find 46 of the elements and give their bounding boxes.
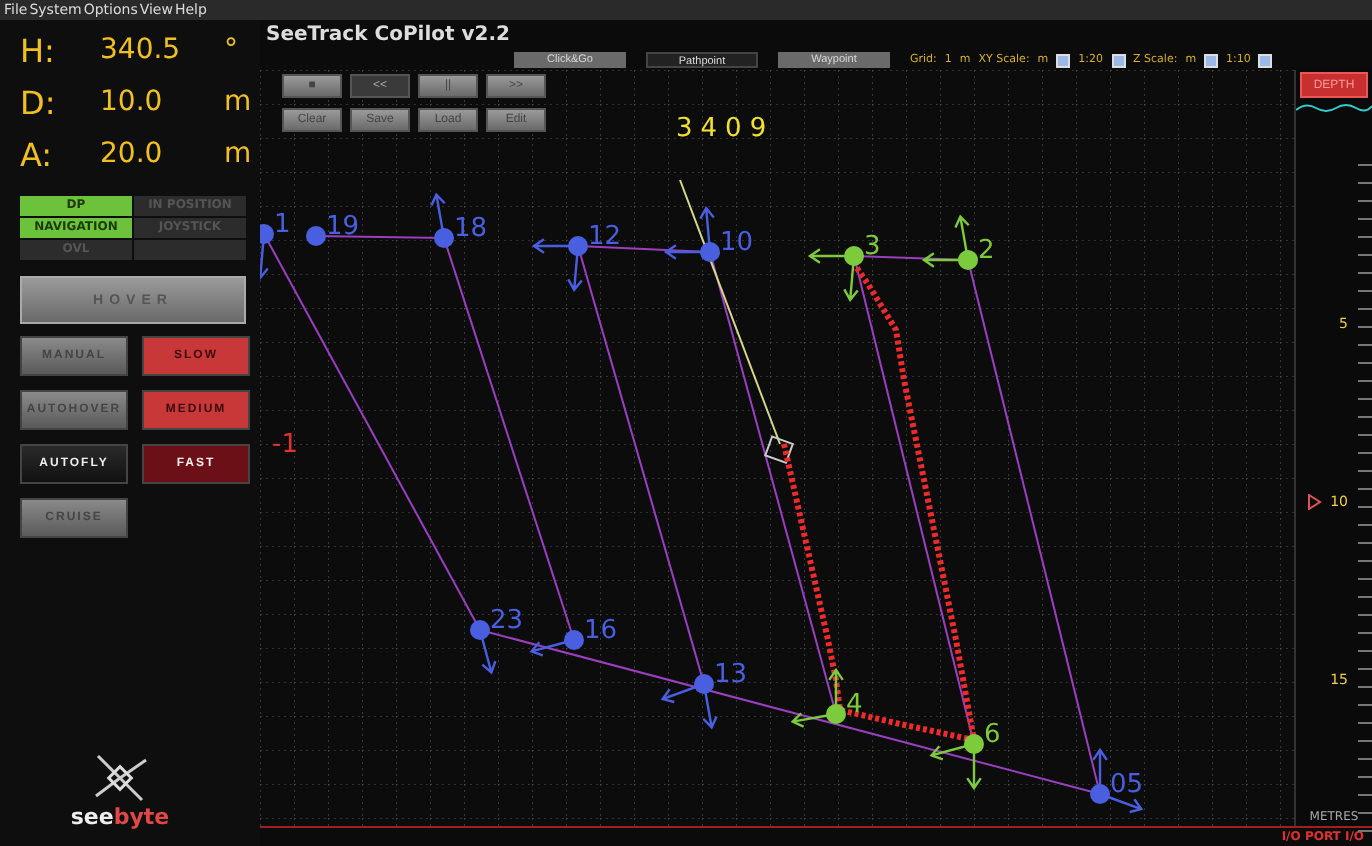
app-title: SeeTrack CoPilot v2.2 (264, 22, 512, 50)
waypoint-marker[interactable] (807, 246, 864, 302)
counter-readout: 3409 (676, 114, 775, 144)
waypoint-label: 16 (584, 616, 618, 646)
waypoint-marker[interactable] (430, 192, 454, 248)
surface-wave-icon (1296, 102, 1372, 114)
readout-value: 10.0 (100, 86, 165, 118)
waypoint-label: 10 (720, 228, 754, 258)
waypoint-marker[interactable] (1090, 747, 1144, 814)
waypoint-label: 1 (274, 210, 291, 240)
waypoint-label: 23 (490, 606, 524, 636)
waypoint-marker[interactable] (529, 630, 584, 657)
readout-unit: m (224, 86, 252, 118)
readout-label: A: (20, 135, 55, 173)
waypoint-marker[interactable] (663, 206, 720, 262)
readout-value: 340.5 (100, 34, 183, 66)
zoom-icon[interactable] (1056, 53, 1071, 67)
waypoint-marker[interactable] (306, 226, 326, 246)
waypoint-label: 05 (1110, 770, 1144, 800)
status-indicator (134, 240, 246, 260)
waypoint-label: 4 (846, 690, 863, 720)
waypoint-label: 2 (978, 236, 995, 266)
waypoint-label: 6 (984, 720, 1001, 750)
readout-label: D: (20, 83, 58, 121)
waypoint-label: 13 (714, 660, 748, 690)
waypoint-marker[interactable] (929, 734, 984, 791)
brand-logo-text: seebyte (70, 804, 170, 830)
waypoint-label: 19 (326, 212, 360, 242)
zoom-icon[interactable] (1258, 53, 1273, 67)
depth-marker-icon (1308, 494, 1322, 510)
waypoint-marker[interactable] (531, 236, 588, 292)
zoom-icon[interactable] (1204, 53, 1219, 67)
zoom-icon[interactable] (1111, 53, 1126, 67)
offset-label: -1 (272, 430, 298, 460)
readout-label: H: (20, 31, 57, 69)
waypoint-label: 18 (454, 214, 488, 244)
waypoint-marker[interactable] (660, 674, 718, 730)
waypoint-marker[interactable] (921, 214, 978, 270)
waypoint-marker[interactable] (790, 667, 846, 728)
readout-value: 20.0 (100, 138, 165, 170)
waypoint-label: 3 (864, 232, 881, 262)
readout-unit: m (224, 138, 252, 170)
waypoint-label: 12 (588, 222, 622, 252)
waypoint-marker[interactable] (260, 224, 274, 280)
star-logo-icon (90, 752, 150, 804)
readout-unit: ° (224, 34, 238, 66)
